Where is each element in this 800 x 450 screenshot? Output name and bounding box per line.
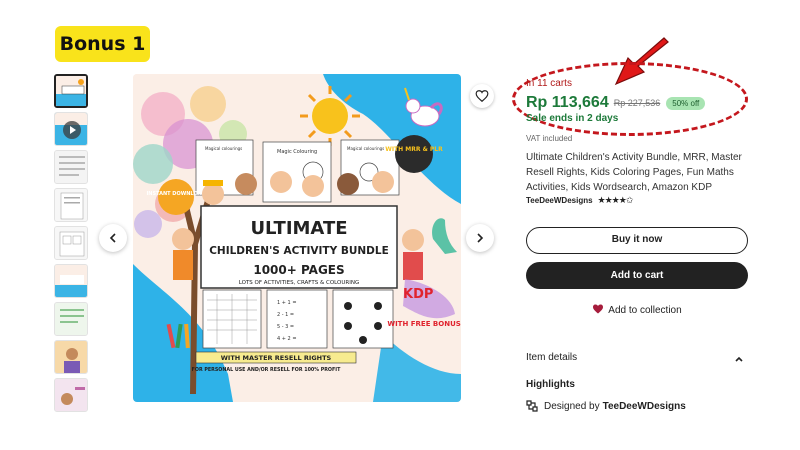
heart-filled-icon: [593, 304, 604, 314]
thumbnail-8-image: [55, 341, 87, 373]
thumbnail-6[interactable]: [54, 264, 88, 298]
thumbnail-5-image: [55, 227, 87, 259]
kdp-text: KDP: [403, 287, 433, 302]
shop-row: TeeDeeWDesigns ★★★★✩: [526, 195, 634, 206]
designed-by-icon: [526, 400, 538, 412]
thumbnail-7-image: [55, 303, 87, 335]
current-price: Rp 113,664: [526, 94, 609, 111]
add-to-cart-button[interactable]: Add to cart: [526, 262, 748, 289]
previous-image-button[interactable]: [99, 224, 127, 252]
chevron-right-icon: [477, 233, 484, 243]
designed-by-label: Designed by: [544, 400, 600, 412]
main-product-image[interactable]: Magical colourings Magic Colouring Magic…: [133, 74, 461, 402]
bonus-badge: Bonus 1: [55, 26, 150, 62]
mrr-badge-text: WITH MRR & PLR: [385, 146, 443, 153]
play-icon: [63, 121, 81, 139]
product-cover-illustration: Magical colourings Magic Colouring Magic…: [133, 74, 461, 402]
add-to-collection-label: Add to collection: [608, 305, 682, 316]
favorite-button[interactable]: [470, 84, 494, 108]
thumbnail-9-image: [55, 379, 87, 411]
thumbnail-2-video[interactable]: [54, 112, 88, 146]
thumbnail-1-image: [56, 76, 86, 106]
designer-name: TeeDeeWDesigns: [602, 400, 686, 412]
cover-title-pages: 1000+ PAGES: [253, 263, 344, 277]
discount-badge: 50% off: [666, 96, 706, 110]
cover-subtitle: LOTS OF ACTIVITIES, CRAFTS & COLOURING: [239, 280, 359, 286]
designed-by-row: Designed by TeeDeeWDesigns: [526, 400, 686, 412]
thumbnail-1[interactable]: [54, 74, 88, 108]
cover-title-bundle: CHILDREN'S ACTIVITY BUNDLE: [209, 245, 389, 257]
shop-name-link[interactable]: TeeDeeWDesigns: [526, 196, 593, 205]
thumbnail-3[interactable]: [54, 150, 88, 184]
thumbnail-6-image: [55, 265, 87, 297]
chevron-left-icon: [109, 233, 116, 243]
chevron-up-icon: [735, 356, 743, 362]
instant-download-text: INSTANT DOWNLOAD: [146, 191, 205, 197]
price-row: Rp 113,664 Rp 227,536 50% off: [526, 94, 706, 112]
original-price: Rp 227,536: [613, 98, 661, 108]
thumbnail-5[interactable]: [54, 226, 88, 260]
thumbnail-strip: [54, 74, 90, 416]
cover-title-ultimate: ULTIMATE: [250, 218, 347, 239]
thumbnail-3-image: [55, 151, 87, 183]
free-bonuses-text: WITH FREE BONUSES: [387, 320, 461, 328]
sale-ends-label: Sale ends in 2 days: [526, 113, 619, 124]
highlights-heading: Highlights: [526, 379, 575, 390]
thumbnail-7[interactable]: [54, 302, 88, 336]
thumbnail-8[interactable]: [54, 340, 88, 374]
heart-outline-icon: [475, 90, 489, 103]
item-details-label: Item details: [526, 352, 578, 363]
thumbnail-4-image: [55, 189, 87, 221]
product-title: Ultimate Children's Activity Bundle, MRR…: [526, 152, 742, 193]
vat-label: VAT included: [526, 134, 573, 143]
page-title-2: Magic Colouring: [277, 149, 317, 155]
add-to-collection-button[interactable]: Add to collection: [526, 303, 748, 316]
thumbnail-9[interactable]: [54, 378, 88, 412]
page-title-3: Magical colourings: [347, 146, 384, 151]
rating-stars-icon[interactable]: ★★★★✩: [598, 195, 634, 206]
next-image-button[interactable]: [466, 224, 494, 252]
thumbnail-4[interactable]: [54, 188, 88, 222]
buy-it-now-button[interactable]: Buy it now: [526, 227, 748, 254]
personal-use-text: FOR PERSONAL USE AND/OR RESELL FOR 100% …: [192, 367, 341, 373]
master-resell-text: WITH MASTER RESELL RIGHTS: [221, 354, 332, 362]
item-details-toggle[interactable]: Item details: [526, 352, 748, 363]
in-carts-label: In 11 carts: [526, 78, 572, 89]
page-title-1: Magical colourings: [205, 146, 242, 151]
